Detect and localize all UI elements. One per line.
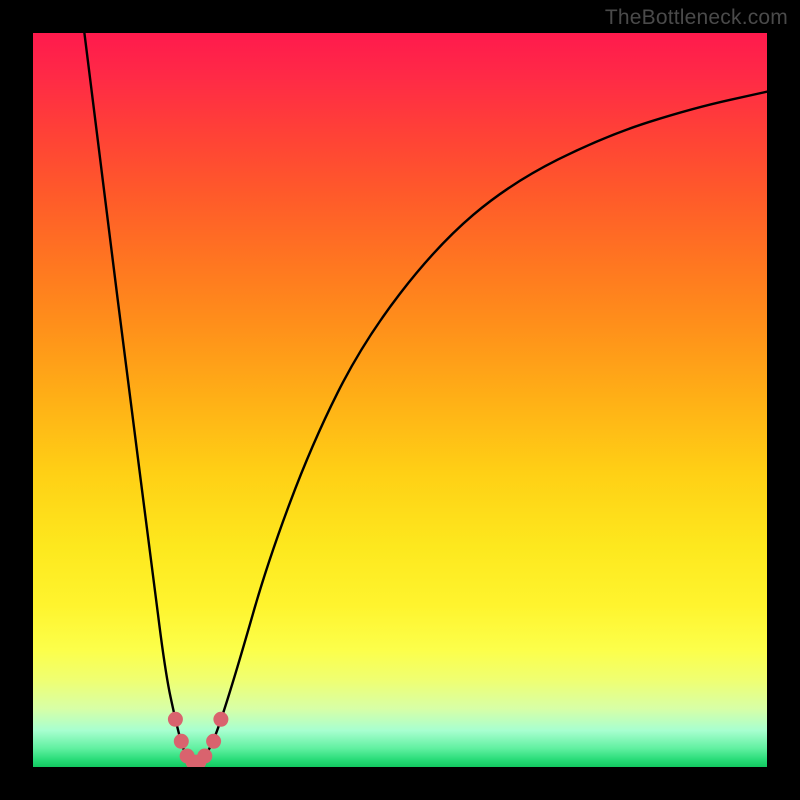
chart-frame: TheBottleneck.com [0,0,800,800]
watermark-text: TheBottleneck.com [605,6,788,30]
trough-marker-dot [213,712,228,727]
curve-layer [33,33,767,767]
trough-marker-dot [206,734,221,749]
trough-markers [168,712,229,767]
trough-marker-dot [168,712,183,727]
trough-marker-dot [197,749,212,764]
bottleneck-curve [84,33,767,763]
trough-marker-dot [174,734,189,749]
plot-area [33,33,767,767]
